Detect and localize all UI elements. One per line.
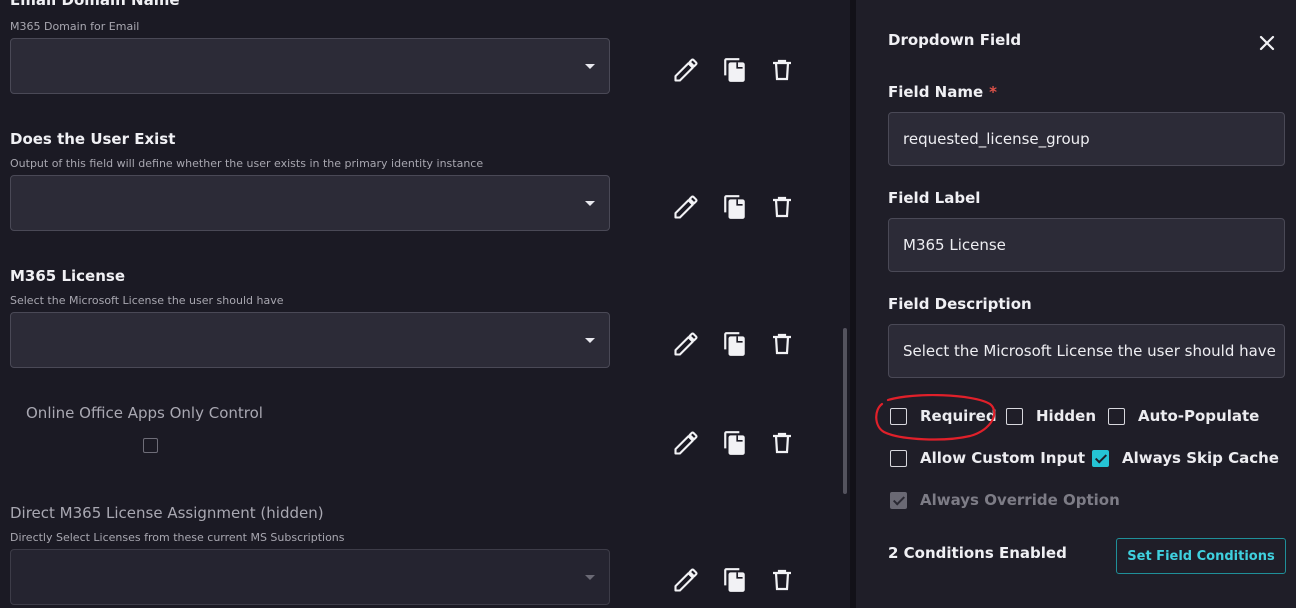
set-field-conditions-button[interactable]: Set Field Conditions <box>1116 538 1286 574</box>
required-checkbox[interactable] <box>890 407 907 425</box>
trash-icon[interactable] <box>770 429 794 457</box>
caret-down-icon <box>585 338 595 343</box>
required-option[interactable]: Required <box>890 406 997 426</box>
email-domain-select[interactable] <box>10 38 610 94</box>
panel-title: Dropdown Field <box>888 31 1022 49</box>
field-description: Directly Select Licenses from these curr… <box>10 531 345 544</box>
field-actions <box>672 330 802 360</box>
online-office-apps-checkbox[interactable] <box>143 438 158 453</box>
conditions-count: 2 Conditions Enabled <box>888 544 1067 562</box>
always-override-option: Always Override Option <box>890 490 1120 510</box>
caret-down-icon <box>585 575 595 580</box>
trash-icon[interactable] <box>770 566 794 594</box>
pencil-icon[interactable] <box>672 56 700 84</box>
allow-custom-input-checkbox[interactable] <box>890 449 907 467</box>
trash-icon[interactable] <box>770 330 794 358</box>
field-actions <box>672 429 802 459</box>
field-title: M365 License <box>10 267 126 285</box>
trash-icon[interactable] <box>770 193 794 221</box>
field-description: Select the Microsoft License the user sh… <box>10 294 284 307</box>
pencil-icon[interactable] <box>672 566 700 594</box>
user-exist-select[interactable] <box>10 175 610 231</box>
hidden-option[interactable]: Hidden <box>1006 406 1096 426</box>
hidden-checkbox[interactable] <box>1006 407 1023 425</box>
required-star: * <box>989 83 998 101</box>
field-name-input[interactable]: requested_license_group <box>888 112 1285 166</box>
field-actions <box>672 566 802 596</box>
field-title: Email Domain Name <box>10 0 180 9</box>
field-label-input[interactable]: M365 License <box>888 218 1285 272</box>
pencil-icon[interactable] <box>672 330 700 358</box>
field-actions <box>672 193 802 223</box>
always-skip-cache-checkbox[interactable] <box>1092 449 1109 467</box>
pencil-icon[interactable] <box>672 193 700 221</box>
field-title: Online Office Apps Only Control <box>26 404 263 422</box>
field-name-label: Field Name * <box>888 83 998 101</box>
always-override-checkbox <box>890 491 907 509</box>
scrollbar-thumb[interactable] <box>843 328 847 494</box>
m365-license-select[interactable] <box>10 312 610 368</box>
pencil-icon[interactable] <box>672 429 700 457</box>
auto-populate-option[interactable]: Auto-Populate <box>1108 406 1259 426</box>
field-description-input[interactable]: Select the Microsoft License the user sh… <box>888 324 1285 378</box>
caret-down-icon <box>585 64 595 69</box>
copy-icon[interactable] <box>722 330 748 358</box>
trash-icon[interactable] <box>770 56 794 84</box>
copy-icon[interactable] <box>722 429 748 457</box>
direct-license-select[interactable] <box>10 549 610 605</box>
copy-icon[interactable] <box>722 566 748 594</box>
close-icon[interactable] <box>1257 33 1277 53</box>
field-description: Output of this field will define whether… <box>10 157 484 170</box>
copy-icon[interactable] <box>722 56 748 84</box>
field-label-label: Field Label <box>888 189 981 207</box>
always-skip-cache-option[interactable]: Always Skip Cache <box>1092 448 1279 468</box>
field-title: Does the User Exist <box>10 130 176 148</box>
allow-custom-input-option[interactable]: Allow Custom Input <box>890 448 1085 468</box>
field-actions <box>672 56 802 86</box>
copy-icon[interactable] <box>722 193 748 221</box>
caret-down-icon <box>585 201 595 206</box>
field-description: M365 Domain for Email <box>10 20 140 33</box>
form-builder-canvas: Email Domain Name M365 Domain for Email … <box>0 0 850 608</box>
field-title: Direct M365 License Assignment (hidden) <box>10 504 324 522</box>
field-editor-panel: Dropdown Field Field Name * requested_lic… <box>856 0 1296 608</box>
auto-populate-checkbox[interactable] <box>1108 407 1125 425</box>
field-description-label: Field Description <box>888 295 1032 313</box>
